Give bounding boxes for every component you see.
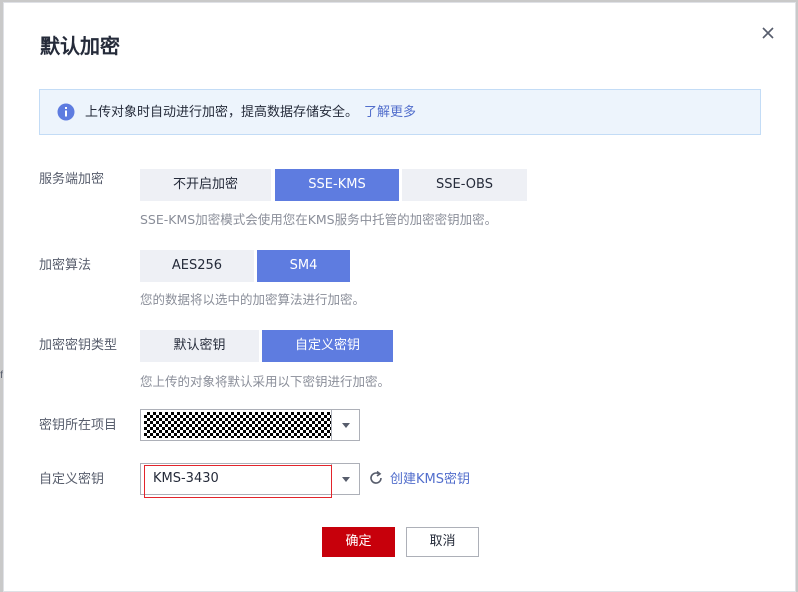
server-encryption-hint: SSE-KMS加密模式会使用您在KMS服务中托管的加密密钥加密。 [140, 212, 498, 227]
dialog-title: 默认加密 [40, 34, 120, 58]
cancel-button[interactable]: 取消 [406, 527, 479, 557]
confirm-button[interactable]: 确定 [322, 527, 395, 557]
create-kms-key-link[interactable]: 创建KMS密钥 [390, 471, 470, 489]
key-type-label: 加密密钥类型 [39, 338, 118, 353]
key-project-label: 密钥所在项目 [39, 418, 118, 433]
close-icon [762, 27, 774, 39]
info-text: 上传对象时自动进行加密，提高数据存储安全。 了解更多 [85, 104, 416, 122]
learn-more-link[interactable]: 了解更多 [364, 105, 416, 120]
algorithm-hint: 您的数据将以选中的加密算法进行加密。 [140, 292, 366, 307]
option-sse-kms[interactable]: SSE-KMS [275, 169, 399, 201]
chevron-down-icon[interactable] [331, 464, 359, 494]
default-encryption-dialog: 默认加密 上传对象时自动进行加密，提高数据存储安全。 了解更多 服务端加密 不开启… [3, 2, 796, 592]
option-custom-key[interactable]: 自定义密钥 [262, 330, 393, 362]
option-no-encryption[interactable]: 不开启加密 [140, 169, 271, 201]
key-project-select[interactable] [140, 409, 360, 441]
option-sse-obs[interactable]: SSE-OBS [402, 169, 527, 201]
chevron-down-icon[interactable] [331, 410, 359, 440]
option-sm4[interactable]: SM4 [257, 250, 350, 282]
key-type-hint: 您上传的对象将默认采用以下密钥进行加密。 [140, 374, 391, 389]
refresh-icon[interactable] [368, 470, 384, 486]
custom-key-value: KMS-3430 [153, 471, 219, 486]
close-button[interactable] [756, 21, 780, 45]
info-banner: 上传对象时自动进行加密，提高数据存储安全。 了解更多 [39, 89, 761, 135]
server-encryption-label: 服务端加密 [39, 172, 105, 187]
custom-key-select[interactable]: KMS-3430 [140, 463, 360, 495]
info-icon [57, 103, 75, 121]
info-message: 上传对象时自动进行加密，提高数据存储安全。 [85, 105, 359, 120]
option-aes256[interactable]: AES256 [140, 250, 254, 282]
masked-project-value [144, 412, 331, 438]
option-default-key[interactable]: 默认密钥 [140, 330, 259, 362]
custom-key-label: 自定义密钥 [39, 472, 105, 487]
algorithm-label: 加密算法 [39, 258, 92, 273]
